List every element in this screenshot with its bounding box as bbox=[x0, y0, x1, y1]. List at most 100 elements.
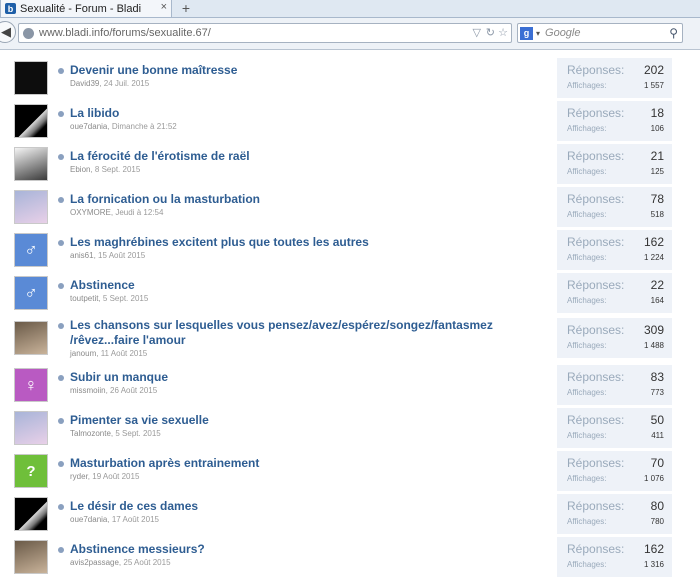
thread-title-link[interactable]: Abstinence messieurs? bbox=[70, 542, 205, 557]
views-count: 518 bbox=[650, 210, 664, 219]
star-icon[interactable]: ☆ bbox=[498, 26, 508, 39]
thread-date: , 19 Août 2015 bbox=[87, 472, 140, 481]
female-avatar-icon[interactable]: ♀ bbox=[14, 368, 48, 402]
thread-row: La fornication ou la masturbation OXYMORE… bbox=[0, 187, 700, 227]
thread-status-dot-icon bbox=[58, 461, 64, 467]
thread-author-link[interactable]: ryder bbox=[70, 472, 88, 481]
thread-row: La férocité de l'érotisme de raël Ebion, … bbox=[0, 144, 700, 184]
bookmark-dropdown-icon[interactable]: ▽ bbox=[473, 26, 481, 39]
thread-author-link[interactable]: toutpetit bbox=[70, 294, 98, 303]
thread-author-link[interactable]: David39 bbox=[70, 79, 99, 88]
thread-date: , Dimanche à 21:52 bbox=[107, 122, 177, 131]
thread-status-dot-icon bbox=[58, 504, 64, 510]
thread-row: Devenir une bonne maîtresse David39, 24 J… bbox=[0, 58, 700, 98]
avatar[interactable] bbox=[14, 104, 48, 138]
thread-author-link[interactable]: anis61 bbox=[70, 251, 94, 260]
thread-date: , 15 Août 2015 bbox=[93, 251, 146, 260]
back-button[interactable]: ◀ bbox=[0, 21, 16, 43]
avatar[interactable] bbox=[14, 190, 48, 224]
thread-meta: OXYMORE, Jeudi à 12:54 bbox=[70, 208, 163, 217]
url-text[interactable]: www.bladi.info/forums/sexualite.67/ bbox=[39, 27, 211, 39]
avatar[interactable] bbox=[14, 540, 48, 574]
address-bar[interactable]: www.bladi.info/forums/sexualite.67/ ▽ ↻ … bbox=[18, 23, 512, 43]
thread-status-dot-icon bbox=[58, 323, 64, 329]
views-label: Affichages: bbox=[567, 167, 607, 176]
thread-title-link[interactable]: Abstinence bbox=[70, 278, 135, 293]
views-label: Affichages: bbox=[567, 388, 607, 397]
thread-meta: toutpetit, 5 Sept. 2015 bbox=[70, 294, 148, 303]
replies-label: Réponses: bbox=[567, 63, 625, 77]
views-label: Affichages: bbox=[567, 474, 607, 483]
thread-title-link[interactable]: Les chansons sur lesquelles vous pensez/… bbox=[70, 318, 493, 333]
thread-meta: janoum, 11 Août 2015 bbox=[70, 349, 147, 358]
views-label: Affichages: bbox=[567, 124, 607, 133]
search-input[interactable]: Google bbox=[545, 27, 580, 39]
back-arrow-icon: ◀ bbox=[1, 24, 11, 39]
avatar[interactable] bbox=[14, 497, 48, 531]
thread-stats: Réponses: 70 Affichages: 1 076 bbox=[557, 451, 672, 491]
thread-meta: oue7dania, 17 Août 2015 bbox=[70, 515, 159, 524]
thread-author-link[interactable]: avis2passage bbox=[70, 558, 119, 567]
search-bar[interactable]: g ▾ Google ⚲ bbox=[517, 23, 683, 43]
male-avatar-icon[interactable]: ♂ bbox=[14, 233, 48, 267]
thread-title-link[interactable]: La fornication ou la masturbation bbox=[70, 192, 260, 207]
thread-row: La libido oue7dania, Dimanche à 21:52 Répo… bbox=[0, 101, 700, 141]
thread-stats: Réponses: 83 Affichages: 773 bbox=[557, 365, 672, 405]
thread-author-link[interactable]: oue7dania bbox=[70, 515, 107, 524]
thread-author-link[interactable]: Ebion bbox=[70, 165, 90, 174]
replies-count: 70 bbox=[650, 456, 664, 470]
views-label: Affichages: bbox=[567, 253, 607, 262]
avatar[interactable] bbox=[14, 147, 48, 181]
thread-title-link[interactable]: Subir un manque bbox=[70, 370, 168, 385]
thread-author-link[interactable]: OXYMORE bbox=[70, 208, 111, 217]
thread-stats: Réponses: 80 Affichages: 780 bbox=[557, 494, 672, 534]
replies-count: 162 bbox=[643, 235, 664, 249]
thread-title-link[interactable]: Le désir de ces dames bbox=[70, 499, 198, 514]
replies-label: Réponses: bbox=[567, 149, 625, 163]
thread-title-link[interactable]: La férocité de l'érotisme de raël bbox=[70, 149, 250, 164]
thread-date: , 8 Sept. 2015 bbox=[90, 165, 141, 174]
thread-author-link[interactable]: Talmozonte bbox=[70, 429, 111, 438]
search-engine-icon[interactable]: g bbox=[520, 26, 533, 40]
thread-title-link[interactable]: Les maghrébines excitent plus que toutes… bbox=[70, 235, 369, 250]
avatar[interactable] bbox=[14, 411, 48, 445]
tab-bar: b Sexualité - Forum - Bladi × + bbox=[0, 0, 700, 18]
male-avatar-icon[interactable]: ♂ bbox=[14, 276, 48, 310]
thread-meta: ryder, 19 Août 2015 bbox=[70, 472, 139, 481]
thread-title-link[interactable]: Devenir une bonne maîtresse bbox=[70, 63, 237, 78]
browser-tab[interactable]: b Sexualité - Forum - Bladi × bbox=[0, 0, 172, 17]
thread-stats: Réponses: 22 Affichages: 164 bbox=[557, 273, 672, 313]
unknown-avatar-icon[interactable]: ? bbox=[14, 454, 48, 488]
thread-date: , 11 Août 2015 bbox=[96, 349, 148, 358]
thread-author-link[interactable]: missmoiin bbox=[70, 386, 106, 395]
thread-stats: Réponses: 78 Affichages: 518 bbox=[557, 187, 672, 227]
thread-meta: missmoiin, 26 Août 2015 bbox=[70, 386, 157, 395]
thread-author-link[interactable]: janoum bbox=[70, 349, 96, 358]
thread-date: , 5 Sept. 2015 bbox=[98, 294, 149, 303]
replies-label: Réponses: bbox=[567, 413, 625, 427]
thread-author-link[interactable]: oue7dania bbox=[70, 122, 107, 131]
reload-icon[interactable]: ↻ bbox=[486, 26, 495, 39]
search-icon[interactable]: ⚲ bbox=[669, 26, 678, 40]
thread-title-link[interactable]: Pimenter sa vie sexuelle bbox=[70, 413, 209, 428]
close-tab-icon[interactable]: × bbox=[161, 1, 167, 13]
thread-row: ♂ Abstinence toutpetit, 5 Sept. 2015 Répons… bbox=[0, 273, 700, 313]
avatar[interactable] bbox=[14, 321, 48, 355]
thread-stats: Réponses: 162 Affichages: 1 224 bbox=[557, 230, 672, 270]
replies-count: 21 bbox=[650, 149, 664, 163]
thread-status-dot-icon bbox=[58, 547, 64, 553]
thread-title-link[interactable]: La libido bbox=[70, 106, 119, 121]
views-count: 1 316 bbox=[643, 560, 664, 569]
thread-date: , Jeudi à 12:54 bbox=[110, 208, 164, 217]
thread-title-link[interactable]: Masturbation après entrainement bbox=[70, 456, 259, 471]
views-count: 1 076 bbox=[643, 474, 664, 483]
thread-status-dot-icon bbox=[58, 418, 64, 424]
thread-status-dot-icon bbox=[58, 68, 64, 74]
thread-date: , 24 Juil. 2015 bbox=[99, 79, 150, 88]
thread-title-link-continued[interactable]: /rêvez...faire l'amour bbox=[70, 333, 186, 348]
replies-count: 22 bbox=[650, 278, 664, 292]
new-tab-button[interactable]: + bbox=[176, 0, 196, 16]
search-engine-dropdown-icon[interactable]: ▾ bbox=[536, 29, 540, 38]
avatar[interactable] bbox=[14, 61, 48, 95]
views-count: 1 224 bbox=[643, 253, 664, 262]
